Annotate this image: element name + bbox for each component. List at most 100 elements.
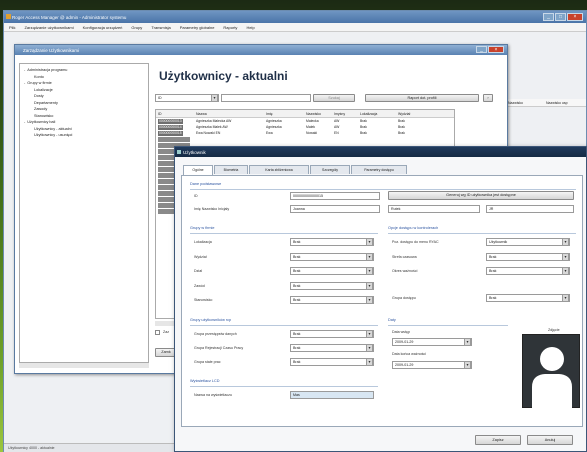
field-label: Dział bbox=[194, 269, 202, 273]
tab-4[interactable]: Parametry dostępu bbox=[351, 165, 407, 174]
menu-item[interactable]: Help bbox=[246, 23, 254, 31]
table-row[interactable]: 000000000014 Agnieszka Malek AW Agnieszka M… bbox=[156, 125, 454, 130]
tab-3[interactable]: Szczegóły bbox=[310, 165, 350, 174]
tree-item[interactable]: Lokalizacje bbox=[34, 88, 53, 92]
tree-item[interactable]: Dosty bbox=[34, 94, 44, 98]
tree-item[interactable]: Departamenty bbox=[34, 101, 58, 105]
select-field[interactable]: Brak ▾ bbox=[290, 296, 374, 304]
lcd-name-field[interactable]: Mas bbox=[290, 391, 374, 399]
close-button[interactable]: × bbox=[567, 13, 583, 21]
start-date-picker[interactable]: 2009-01-29 ▾ bbox=[392, 338, 472, 346]
initials-field[interactable]: JR bbox=[486, 205, 574, 213]
users-window-minimize-button[interactable]: _ bbox=[476, 46, 487, 53]
field-label: Stanowisko bbox=[194, 298, 213, 302]
tree-item-label: Dosty bbox=[34, 94, 44, 98]
menu-item[interactable]: Transmisja bbox=[151, 23, 170, 31]
tree-item-label: Użytkownicy - aktualni bbox=[34, 126, 72, 131]
generate-id-button[interactable]: Generuj wg ID użytkownika jest dostępne bbox=[388, 191, 574, 200]
last-name-field[interactable]: Rutek bbox=[388, 205, 480, 213]
menu-item[interactable]: Konfiguracja urządzeń bbox=[83, 23, 123, 31]
show-deleted-checkbox[interactable] bbox=[155, 330, 160, 335]
tree-item[interactable]: - Użytkownicy bali bbox=[24, 120, 55, 124]
select-field[interactable]: Brak ▾ bbox=[290, 344, 374, 352]
tree-item[interactable]: Stanowisko bbox=[34, 114, 53, 118]
tree-expander-icon[interactable]: - bbox=[24, 120, 25, 124]
minimize-button[interactable]: _ bbox=[543, 13, 554, 21]
save-button[interactable]: Zapisz bbox=[475, 435, 521, 445]
tree-item[interactable]: Użytkownicy - aktualni bbox=[34, 127, 72, 131]
table-cell: EN bbox=[334, 131, 339, 135]
id-label: ID bbox=[194, 194, 198, 198]
id-field[interactable]: 000000000000015 bbox=[290, 192, 380, 200]
table-row[interactable]: 000000000013 Agnieszka Malecka AW Agnieszk… bbox=[156, 119, 454, 124]
main-window-title: Roger Access Manager @ admin - Administr… bbox=[12, 14, 127, 20]
tree-item[interactable]: - Administracja programu bbox=[24, 68, 67, 72]
cancel-button[interactable]: Anuluj bbox=[527, 435, 573, 445]
end-date-picker[interactable]: 2009-01-29 ▾ bbox=[392, 361, 472, 369]
menu-item[interactable]: Parametry globalne bbox=[180, 23, 215, 31]
maximize-button[interactable]: □ bbox=[555, 13, 566, 21]
chevron-down-icon: ▾ bbox=[366, 345, 373, 351]
tree-scrollbar[interactable] bbox=[19, 363, 149, 368]
access-group-select[interactable]: Brak ▾ bbox=[486, 294, 570, 302]
chevron-down-icon: ▾ bbox=[366, 297, 373, 303]
tree-item-label: Stanowisko bbox=[34, 113, 54, 118]
tree-expander-icon[interactable]: - bbox=[24, 68, 25, 72]
users-window-close-button[interactable]: × bbox=[488, 46, 504, 53]
section-access-title: Opcje dostępu w kontrolerach bbox=[388, 226, 439, 230]
select-field[interactable]: Brak ▾ bbox=[290, 238, 374, 246]
table-row[interactable]: 000000000015 Ewa Nowaki EN Ewa Nowaki EN Brak… bbox=[156, 131, 454, 136]
section-lcd-title: Wyświetlacz LCD bbox=[190, 379, 220, 383]
calendar-dropdown-icon: ▾ bbox=[464, 362, 471, 368]
access-group-label: Grupa dostępu bbox=[392, 296, 416, 300]
tree-item[interactable]: Użytkownicy - usunięci bbox=[34, 133, 72, 137]
section-divider bbox=[190, 386, 378, 387]
column-header[interactable]: ID bbox=[158, 112, 162, 116]
column-header[interactable]: Nazwisko bbox=[306, 112, 321, 116]
tree-expander-icon[interactable]: - bbox=[24, 81, 25, 85]
column-header[interactable]: Imię bbox=[266, 112, 273, 116]
tree-item[interactable]: Zawody bbox=[34, 107, 47, 111]
table-cell: Nowaki bbox=[306, 131, 318, 135]
column-header[interactable]: Wydział bbox=[398, 112, 410, 116]
section-divider bbox=[388, 233, 576, 234]
menu-item[interactable]: Raporty bbox=[223, 23, 237, 31]
users-window-title: Zarządzanie Użytkownikami bbox=[23, 47, 80, 53]
column-header[interactable]: Imyśny bbox=[334, 112, 345, 116]
next-arrow-button[interactable]: › bbox=[483, 94, 493, 102]
report-button[interactable]: Raport dot. profili bbox=[365, 94, 479, 102]
tree-item-label: Lokalizacje bbox=[34, 87, 53, 92]
search-input[interactable] bbox=[221, 94, 311, 102]
select-field[interactable]: Brak ▾ bbox=[290, 267, 374, 275]
first-name-field[interactable]: Joanna bbox=[290, 205, 380, 213]
select-field[interactable]: Brak ▾ bbox=[290, 330, 374, 338]
column-header[interactable]: Lokalizacja bbox=[360, 112, 377, 116]
select-field[interactable]: Brak ▾ bbox=[290, 358, 374, 366]
tab-2[interactable]: Karta zbliżeniowa bbox=[249, 165, 309, 174]
menu-item[interactable]: Zarządzanie użytkownikami bbox=[24, 23, 73, 31]
table-cell: Brak bbox=[360, 125, 367, 129]
tree-item[interactable]: Konto bbox=[34, 75, 44, 79]
table-cell: Ewa bbox=[266, 131, 273, 135]
table-cell: Brak bbox=[398, 125, 405, 129]
tree-item[interactable]: - Grupy w firmie bbox=[24, 81, 52, 85]
select-field[interactable]: Brak ▾ bbox=[290, 252, 374, 261]
table-cell: Agnieszka Malek AW bbox=[196, 125, 228, 129]
tab-0[interactable]: Ogólne bbox=[183, 165, 213, 175]
select-field[interactable]: Brak ▾ bbox=[486, 267, 570, 275]
user-photo[interactable] bbox=[522, 334, 580, 409]
table-row[interactable] bbox=[158, 137, 190, 142]
table-cell: 000000000015 bbox=[158, 131, 183, 136]
chevron-down-icon: ▾ bbox=[366, 359, 373, 365]
search-button[interactable]: Szukaj bbox=[313, 94, 355, 102]
select-field[interactable]: Brak ▾ bbox=[290, 281, 374, 290]
filter-field-select[interactable]: ID ▾ bbox=[155, 94, 219, 102]
menu-item[interactable]: Grupy bbox=[131, 23, 142, 31]
chevron-down-icon: ▾ bbox=[366, 253, 373, 260]
menu-item[interactable]: Plik bbox=[9, 23, 15, 31]
select-field[interactable]: Brak ▾ bbox=[486, 252, 570, 261]
column-header[interactable]: Nazwa bbox=[196, 112, 207, 116]
tree-item-label: Zawody bbox=[34, 107, 48, 111]
tab-1[interactable]: Biometria bbox=[214, 165, 248, 174]
select-field[interactable]: Użytkownik ▾ bbox=[486, 238, 570, 246]
